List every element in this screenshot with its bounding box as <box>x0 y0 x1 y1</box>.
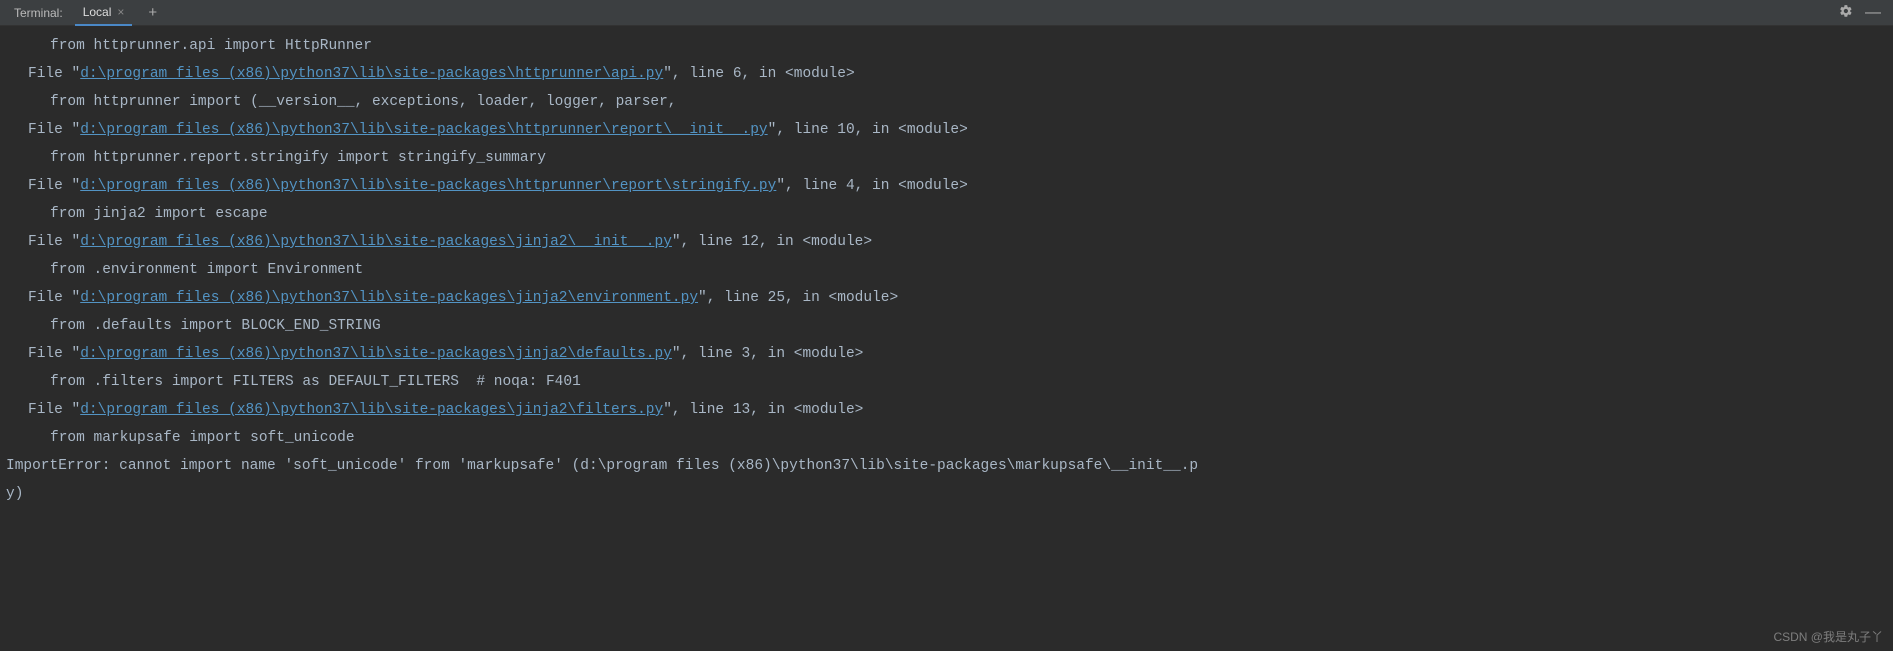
file-line-info: , line 25, in <module> <box>707 290 898 306</box>
file-line-info: , line 3, in <module> <box>681 346 864 362</box>
terminal-line: File "d:\program files (x86)\python37\li… <box>6 228 1887 256</box>
file-keyword: File <box>28 178 72 194</box>
file-keyword: File <box>28 402 72 418</box>
terminal-line: from .defaults import BLOCK_END_STRING <box>6 312 1887 340</box>
file-keyword: File <box>28 346 72 362</box>
file-line-info: , line 6, in <module> <box>672 66 855 82</box>
file-keyword: File <box>28 290 72 306</box>
terminal-line: from markupsafe import soft_unicode <box>6 424 1887 452</box>
file-keyword: File <box>28 234 72 250</box>
file-keyword: File <box>28 122 72 138</box>
terminal-line: File "d:\program files (x86)\python37\li… <box>6 116 1887 144</box>
terminal-line: File "d:\program files (x86)\python37\li… <box>6 396 1887 424</box>
add-tab-button[interactable]: + <box>142 4 163 21</box>
error-line: y) <box>6 480 1887 508</box>
file-path-link[interactable]: d:\program files (x86)\python37\lib\site… <box>80 234 672 250</box>
file-line-info: , line 4, in <module> <box>785 178 968 194</box>
terminal-line: from httprunner.report.stringify import … <box>6 144 1887 172</box>
terminal-tab-local[interactable]: Local × <box>75 0 133 26</box>
terminal-output[interactable]: from httprunner.api import HttpRunnerFil… <box>0 26 1893 514</box>
watermark-text: CSDN @我是丸子丫 <box>1773 628 1883 645</box>
file-line-info: , line 13, in <module> <box>672 402 863 418</box>
file-path-link[interactable]: d:\program files (x86)\python37\lib\site… <box>80 402 663 418</box>
file-path-link[interactable]: d:\program files (x86)\python37\lib\site… <box>80 346 672 362</box>
terminal-line: from jinja2 import escape <box>6 200 1887 228</box>
terminal-line: from .filters import FILTERS as DEFAULT_… <box>6 368 1887 396</box>
terminal-line: from httprunner.api import HttpRunner <box>6 32 1887 60</box>
terminal-line: from .environment import Environment <box>6 256 1887 284</box>
terminal-tab-label: Local <box>83 5 112 19</box>
terminal-panel-header: Terminal: Local × + — <box>0 0 1893 26</box>
file-line-info: , line 12, in <module> <box>681 234 872 250</box>
file-line-info: , line 10, in <module> <box>776 122 967 138</box>
terminal-line: File "d:\program files (x86)\python37\li… <box>6 284 1887 312</box>
file-path-link[interactable]: d:\program files (x86)\python37\lib\site… <box>80 178 776 194</box>
file-keyword: File <box>28 66 72 82</box>
terminal-line: File "d:\program files (x86)\python37\li… <box>6 172 1887 200</box>
error-line: ImportError: cannot import name 'soft_un… <box>6 452 1887 480</box>
terminal-line: from httprunner import (__version__, exc… <box>6 88 1887 116</box>
terminal-line: File "d:\program files (x86)\python37\li… <box>6 340 1887 368</box>
file-path-link[interactable]: d:\program files (x86)\python37\lib\site… <box>80 122 767 138</box>
file-path-link[interactable]: d:\program files (x86)\python37\lib\site… <box>80 290 698 306</box>
minimize-panel-icon[interactable]: — <box>1859 6 1887 20</box>
terminal-line: File "d:\program files (x86)\python37\li… <box>6 60 1887 88</box>
gear-icon[interactable] <box>1833 4 1859 21</box>
close-tab-icon[interactable]: × <box>117 5 124 19</box>
terminal-label: Terminal: <box>6 6 71 20</box>
file-path-link[interactable]: d:\program files (x86)\python37\lib\site… <box>80 66 663 82</box>
